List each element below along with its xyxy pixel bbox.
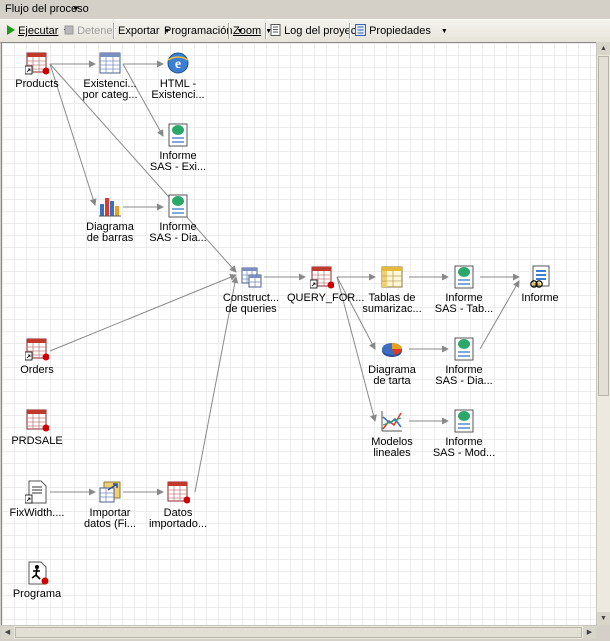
node-label: Products bbox=[15, 78, 59, 90]
export-button[interactable]: Exportar ▼ bbox=[118, 23, 171, 39]
node-label: Informe SAS - Exi... bbox=[149, 150, 207, 173]
stop-icon bbox=[64, 25, 74, 35]
node-datos-importados[interactable]: Datos importado... bbox=[143, 480, 213, 530]
node-query-for[interactable]: QUERY_FOR... bbox=[287, 265, 365, 304]
node-informe-mod[interactable]: Informe SAS - Mod... bbox=[429, 409, 499, 459]
node-informe[interactable]: Informe bbox=[505, 265, 575, 304]
log-icon bbox=[270, 24, 281, 36]
node-label: Informe SAS - Dia... bbox=[149, 221, 207, 244]
vertical-scroll-thumb[interactable] bbox=[598, 56, 609, 396]
node-label: Informe bbox=[521, 292, 559, 304]
node-label: Orders bbox=[20, 364, 54, 376]
node-html-existencias[interactable]: e HTML - Existenci... bbox=[143, 51, 213, 101]
node-tablas-sumarizacion[interactable]: Tablas de sumarizac... bbox=[357, 265, 427, 315]
properties-button[interactable]: Propiedades ▼ bbox=[355, 23, 448, 39]
sas-report-icon bbox=[454, 337, 474, 361]
stop-button[interactable]: Detener bbox=[64, 23, 116, 39]
line-model-icon bbox=[381, 411, 402, 432]
project-log-button[interactable]: Log del proyecto bbox=[270, 23, 365, 39]
sas-table-icon bbox=[25, 52, 49, 75]
node-label: Datos importado... bbox=[148, 507, 208, 530]
node-informe-dia-1[interactable]: Informe SAS - Dia... bbox=[143, 194, 213, 244]
node-label: Programa bbox=[12, 588, 62, 600]
panel-header[interactable]: Flujo del proceso ▼ bbox=[0, 0, 610, 19]
node-products[interactable]: Products bbox=[2, 51, 72, 90]
node-constructor-queries[interactable]: Construct... de queries bbox=[216, 265, 286, 315]
node-importar-datos[interactable]: Importar datos (Fi... bbox=[75, 480, 145, 530]
node-label: Diagrama de tarta bbox=[368, 364, 416, 387]
scroll-up-icon[interactable]: ▲ bbox=[597, 42, 610, 55]
properties-icon bbox=[355, 24, 366, 36]
import-data-icon bbox=[99, 481, 121, 503]
node-label: QUERY_FOR... bbox=[287, 292, 365, 304]
node-orders[interactable]: Orders bbox=[2, 337, 72, 376]
node-existencias[interactable]: Existenci... por categ... bbox=[75, 51, 145, 101]
node-label: Importar datos (Fi... bbox=[84, 507, 136, 530]
node-label: Construct... de queries bbox=[222, 292, 280, 315]
export-label: Exportar bbox=[118, 25, 160, 37]
scroll-right-icon[interactable]: ▶ bbox=[583, 626, 596, 639]
properties-label: Propiedades bbox=[369, 25, 431, 37]
html-report-icon: e bbox=[167, 52, 189, 74]
node-label: Informe SAS - Dia... bbox=[435, 364, 493, 387]
run-button[interactable]: Ejecutar▼ bbox=[6, 23, 69, 39]
toolbar: Ejecutar▼ Detener Exportar▼ Programación… bbox=[0, 19, 610, 43]
node-label: Informe SAS - Mod... bbox=[432, 436, 496, 459]
sas-table-icon bbox=[25, 338, 49, 361]
run-label: Ejecutar bbox=[18, 25, 59, 37]
schedule-label: Programación bbox=[164, 25, 233, 37]
scroll-left-icon[interactable]: ◀ bbox=[1, 626, 14, 639]
wire bbox=[49, 274, 237, 352]
node-modelos-lineales[interactable]: Modelos lineales bbox=[357, 409, 427, 459]
sas-report-icon bbox=[454, 265, 474, 289]
svg-text:e: e bbox=[175, 57, 181, 72]
node-programa[interactable]: Programa bbox=[2, 561, 72, 600]
summary-table-icon bbox=[381, 266, 403, 288]
schedule-button[interactable]: Programación ▼ bbox=[164, 23, 243, 39]
query-builder-icon bbox=[241, 267, 262, 288]
node-label: Informe SAS - Tab... bbox=[434, 292, 494, 315]
node-diagrama-barras[interactable]: Diagrama de barras bbox=[75, 194, 145, 244]
process-flow-canvas[interactable]: Products Existenci... por categ... e HTM… bbox=[1, 42, 596, 626]
scroll-corner bbox=[596, 625, 610, 641]
connector-lines bbox=[49, 60, 520, 496]
sas-report-icon bbox=[454, 409, 474, 433]
composite-report-icon bbox=[530, 265, 550, 288]
program-icon bbox=[28, 561, 49, 585]
panel-menu-arrow-icon[interactable]: ▼ bbox=[72, 4, 80, 13]
sas-report-icon bbox=[168, 123, 188, 147]
stop-label: Detener bbox=[77, 25, 117, 37]
sas-report-icon bbox=[168, 194, 188, 218]
node-label: Existenci... por categ... bbox=[82, 78, 138, 101]
sas-table-icon bbox=[310, 266, 334, 289]
pie-chart-icon bbox=[382, 343, 403, 357]
node-diagrama-tarta[interactable]: Diagrama de tarta bbox=[357, 337, 427, 387]
node-prdsale[interactable]: PRDSALE bbox=[2, 408, 72, 447]
node-label: HTML - Existenci... bbox=[151, 78, 205, 101]
project-log-label: Log del proyecto bbox=[284, 25, 366, 37]
node-fixwidth[interactable]: FixWidth.... bbox=[2, 480, 72, 519]
horizontal-scroll-thumb[interactable] bbox=[15, 627, 582, 638]
node-label: Modelos lineales bbox=[371, 436, 413, 459]
node-label: Tablas de sumarizac... bbox=[362, 292, 422, 315]
vertical-scrollbar[interactable]: ▲ ▼ bbox=[596, 42, 610, 625]
node-label: PRDSALE bbox=[11, 435, 63, 447]
node-informe-exi[interactable]: Informe SAS - Exi... bbox=[143, 123, 213, 173]
node-label: Diagrama de barras bbox=[86, 221, 134, 244]
node-label: FixWidth.... bbox=[9, 507, 65, 519]
node-informe-tab[interactable]: Informe SAS - Tab... bbox=[429, 265, 499, 315]
node-informe-dia-2[interactable]: Informe SAS - Dia... bbox=[429, 337, 499, 387]
sas-table-icon bbox=[26, 409, 49, 432]
play-icon bbox=[7, 25, 15, 35]
bar-chart-icon bbox=[99, 198, 121, 217]
horizontal-scrollbar[interactable]: ◀ ▶ bbox=[1, 625, 596, 639]
task-icon bbox=[99, 52, 121, 74]
scroll-down-icon[interactable]: ▼ bbox=[597, 612, 610, 625]
zoom-label: Zoom bbox=[233, 25, 262, 37]
text-file-icon bbox=[25, 480, 47, 504]
sas-table-icon bbox=[167, 481, 190, 504]
